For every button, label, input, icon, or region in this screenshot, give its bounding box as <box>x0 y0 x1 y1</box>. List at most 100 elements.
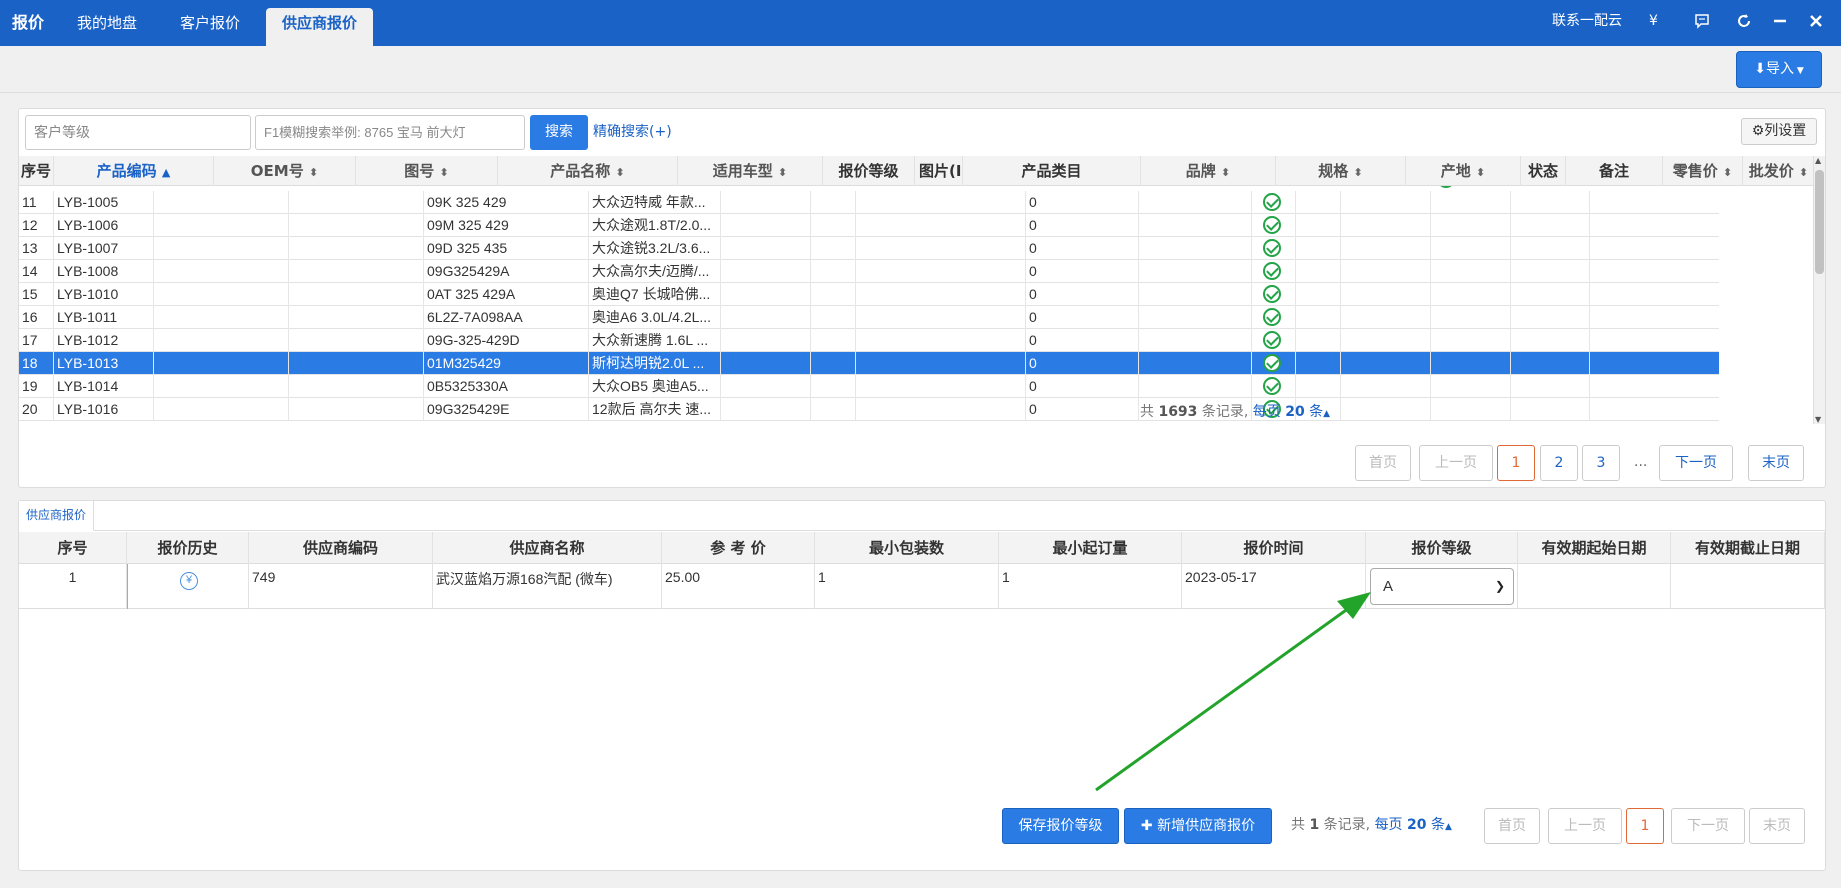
row-image <box>811 306 856 329</box>
caret-up-icon: ▲ <box>1444 822 1452 832</box>
row-oem <box>154 214 289 237</box>
row-index: 14 <box>19 260 54 283</box>
sort-icon: ⬍ <box>1476 166 1486 179</box>
first-page-button[interactable]: 首页 <box>1355 445 1411 481</box>
row-wholesale <box>1511 398 1590 421</box>
table-row[interactable]: 17 LYB-1012 09G-325-429D 大众新速腾 1.6L ... … <box>19 329 1719 352</box>
table-row[interactable]: 12 LYB-1006 09M 325 429 大众途观1.8T/2.0... … <box>19 214 1719 237</box>
col-vehicle-model-label: 适用车型 <box>712 162 773 180</box>
row-retail <box>1431 329 1511 352</box>
search-button[interactable]: 搜索 <box>530 115 588 150</box>
scroll-up-icon[interactable]: ▲ <box>1815 156 1821 165</box>
row-remark <box>1341 214 1431 237</box>
advanced-search-link[interactable]: 精确搜索(+) <box>593 115 672 150</box>
col-product-code[interactable]: 产品编码 ▲ <box>54 156 214 186</box>
col-product-name[interactable]: 产品名称 ⬍ <box>498 156 678 186</box>
tab-supplier-quote[interactable]: 供应商报价 <box>266 8 374 46</box>
col-brand[interactable]: 品牌 ⬍ <box>1141 156 1276 186</box>
row-vehicle-model: 大众迈特威 年款... <box>589 191 721 214</box>
row-origin <box>1252 283 1296 306</box>
row-retail <box>1431 260 1511 283</box>
prev-page-button[interactable]: 上一页 <box>1419 445 1493 481</box>
col-drawing[interactable]: 图号 ⬍ <box>356 156 498 186</box>
contact-link[interactable]: 联系一配云 <box>1552 0 1622 46</box>
import-button[interactable]: ⬇导入 ▼ <box>1736 51 1822 88</box>
close-icon[interactable] <box>1809 0 1823 46</box>
product-grid-body: 11 LYB-1005 09K 325 429 大众迈特威 年款... 0 12… <box>19 186 1719 423</box>
row-remark <box>1341 375 1431 398</box>
col-image[interactable]: 图片(I <box>915 156 963 186</box>
col-oem[interactable]: OEM号 ⬍ <box>214 156 356 186</box>
last-page-button[interactable]: 末页 <box>1748 445 1804 481</box>
row-brand: 0 <box>1026 214 1139 237</box>
table-row[interactable]: 18 LYB-1013 01M325429 斯柯达明锐2.0L ... 0 <box>19 352 1719 375</box>
row-quote-level <box>721 260 811 283</box>
table-row[interactable]: 14 LYB-1008 09G325429A 大众高尔夫/迈腾/... 0 <box>19 260 1719 283</box>
fuzzy-search-input[interactable]: F1模糊搜索举例: 8765 宝马 前大灯 <box>255 115 525 150</box>
row-quote-level <box>721 237 811 260</box>
col-retail-price[interactable]: 零售价 ⬍ <box>1663 156 1743 186</box>
add-supplier-quote-button[interactable]: ✚ 新增供应商报价 <box>1124 808 1272 844</box>
row-brand: 0 <box>1026 306 1139 329</box>
column-settings-button[interactable]: ⚙列设置 <box>1741 118 1817 145</box>
row-remark <box>1341 306 1431 329</box>
yen-icon[interactable]: ¥ <box>1649 0 1658 46</box>
col-origin[interactable]: 产地 ⬍ <box>1406 156 1521 186</box>
row-origin <box>1252 260 1296 283</box>
page-2-button[interactable]: 2 <box>1540 445 1578 481</box>
per-page-selector[interactable]: 每页 20 条▲ <box>1253 404 1330 420</box>
table-row[interactable]: 16 LYB-1011 6L2Z-7A098AA 奥迪A6 3.0L/4.2L.… <box>19 306 1719 329</box>
table-row[interactable]: 20 LYB-1016 09G325429E 12款后 高尔夫 速... 0 <box>19 398 1719 421</box>
row-index: 17 <box>19 329 54 352</box>
row-blank <box>289 237 424 260</box>
customer-level-input[interactable]: 客户等级 <box>25 115 251 150</box>
col-spec[interactable]: 规格 ⬍ <box>1276 156 1406 186</box>
table-row[interactable]: 11 LYB-1005 09K 325 429 大众迈特威 年款... 0 <box>19 191 1719 214</box>
row-image <box>811 283 856 306</box>
row-origin <box>1252 191 1296 214</box>
table-row[interactable]: 19 LYB-1014 0B5325330A 大众OB5 奥迪A5... 0 <box>19 375 1719 398</box>
row-spec <box>1139 306 1252 329</box>
col-product-category[interactable]: 产品类目 <box>963 156 1141 186</box>
row-product-code: LYB-1005 <box>54 191 154 214</box>
s-last-page-button[interactable]: 末页 <box>1749 808 1805 844</box>
col-wholesale-price[interactable]: 批发价 ⬍ <box>1743 156 1815 186</box>
minimize-icon[interactable] <box>1773 0 1787 46</box>
row-index: 13 <box>19 237 54 260</box>
row-quote-level <box>721 191 811 214</box>
table-row[interactable]: 15 LYB-1010 0AT 325 429A 奥迪Q7 长城哈佛... 0 <box>19 283 1719 306</box>
col-remark[interactable]: 备注 <box>1566 156 1663 186</box>
scroll-down-icon[interactable]: ▼ <box>1815 415 1821 424</box>
sort-icon: ⬍ <box>1723 166 1733 179</box>
row-remark <box>1341 352 1431 375</box>
spager-per-page-selector[interactable]: 每页 20 条▲ <box>1375 817 1452 833</box>
row-quote-level <box>721 214 811 237</box>
col-quote-level[interactable]: 报价等级 <box>823 156 915 186</box>
row-product-name: 0AT 325 429A <box>424 283 589 306</box>
tab-customer-quote[interactable]: 客户报价 <box>180 0 240 46</box>
s-prev-page-button[interactable]: 上一页 <box>1548 808 1622 844</box>
col-status[interactable]: 状态 <box>1521 156 1566 186</box>
refresh-icon[interactable] <box>1736 0 1752 46</box>
page-1-button[interactable]: 1 <box>1497 445 1535 481</box>
row-product-code: LYB-1014 <box>54 375 154 398</box>
page-3-button[interactable]: 3 <box>1582 445 1620 481</box>
tab-my-site[interactable]: 我的地盘 <box>77 0 137 46</box>
s-page-1-button[interactable]: 1 <box>1626 808 1664 844</box>
row-oem <box>154 329 289 352</box>
s-next-page-button[interactable]: 下一页 <box>1671 808 1745 844</box>
vertical-scrollbar[interactable]: ▲ ▼ <box>1813 156 1825 424</box>
scrollbar-thumb[interactable] <box>1815 170 1824 274</box>
col-index[interactable]: 序号 <box>19 156 54 186</box>
message-icon[interactable] <box>1694 0 1710 46</box>
next-page-button[interactable]: 下一页 <box>1659 445 1733 481</box>
row-product-code: LYB-1008 <box>54 260 154 283</box>
table-row[interactable]: 13 LYB-1007 09D 325 435 大众途锐3.2L/3.6... … <box>19 237 1719 260</box>
col-vehicle-model[interactable]: 适用车型 ⬍ <box>678 156 823 186</box>
pager-total-suffix: 条记录, <box>1201 404 1249 420</box>
col-product-name-label: 产品名称 <box>550 162 611 180</box>
save-quote-level-button[interactable]: 保存报价等级 <box>1002 808 1119 844</box>
row-brand: 0 <box>1026 260 1139 283</box>
s-first-page-button[interactable]: 首页 <box>1484 808 1540 844</box>
row-brand: 0 <box>1026 398 1139 421</box>
